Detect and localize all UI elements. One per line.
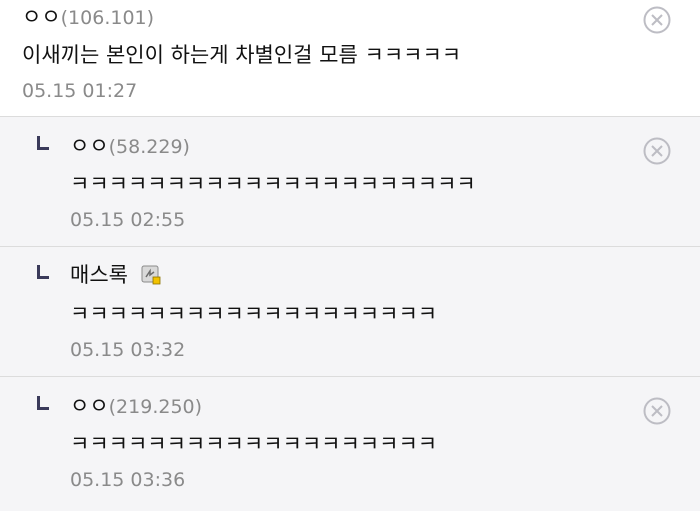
comment-author[interactable]: ㅇㅇ — [22, 5, 61, 29]
reply-time: 05.15 03:36 — [70, 469, 186, 491]
reply-author-line: ㅇㅇ(219.250) — [70, 392, 202, 421]
reply-text: ㅋㅋㅋㅋㅋㅋㅋㅋㅋㅋㅋㅋㅋㅋㅋㅋㅋㅋㅋ — [70, 432, 438, 456]
delete-reply-button[interactable] — [643, 397, 671, 425]
reply-item: 매스록 ㅋㅋㅋㅋㅋㅋㅋㅋㅋㅋㅋㅋㅋㅋㅋㅋㅋㅋㅋ 05.15 03:32 — [0, 247, 700, 377]
comment-ip: (106.101) — [60, 7, 155, 29]
comment-item: ㅇㅇ(106.101) 이새끼는 본인이 하는게 차별인걸 모름 ㅋㅋㅋㅋㅋ 0… — [0, 0, 700, 117]
comment-thread: ㅇㅇ(106.101) 이새끼는 본인이 하는게 차별인걸 모름 ㅋㅋㅋㅋㅋ 0… — [0, 0, 700, 511]
delete-reply-button[interactable] — [643, 137, 671, 165]
reply-ip: (219.250) — [108, 396, 203, 418]
reply-author[interactable]: 매스록 — [70, 263, 128, 287]
reply-author[interactable]: ㅇㅇ — [70, 394, 109, 418]
reply-arrow-icon — [37, 265, 49, 279]
reply-text: ㅋㅋㅋㅋㅋㅋㅋㅋㅋㅋㅋㅋㅋㅋㅋㅋㅋㅋㅋ — [70, 302, 438, 326]
reply-item: ㅇㅇ(58.229) ㅋㅋㅋㅋㅋㅋㅋㅋㅋㅋㅋㅋㅋㅋㅋㅋㅋㅋㅋㅋㅋ 05.15 0… — [0, 117, 700, 247]
reply-author[interactable]: ㅇㅇ — [70, 134, 109, 158]
close-circle-icon — [643, 137, 671, 165]
reply-ip: (58.229) — [108, 136, 190, 158]
comment-author-line: ㅇㅇ(106.101) — [22, 3, 154, 32]
reply-arrow-icon — [37, 136, 49, 150]
close-circle-icon — [643, 397, 671, 425]
delete-comment-button[interactable] — [643, 6, 671, 34]
reply-author-line: ㅇㅇ(58.229) — [70, 132, 190, 161]
fixed-nick-badge-icon — [141, 265, 161, 285]
reply-item: ㅇㅇ(219.250) ㅋㅋㅋㅋㅋㅋㅋㅋㅋㅋㅋㅋㅋㅋㅋㅋㅋㅋㅋ 05.15 03… — [0, 377, 700, 511]
comment-text: 이새끼는 본인이 하는게 차별인걸 모름 ㅋㅋㅋㅋㅋ — [22, 43, 462, 67]
close-circle-icon — [643, 6, 671, 34]
reply-author-line: 매스록 — [70, 261, 161, 289]
reply-arrow-icon — [37, 396, 49, 410]
comment-time: 05.15 01:27 — [22, 80, 138, 102]
reply-text: ㅋㅋㅋㅋㅋㅋㅋㅋㅋㅋㅋㅋㅋㅋㅋㅋㅋㅋㅋㅋㅋ — [70, 172, 476, 196]
reply-time: 05.15 03:32 — [70, 339, 186, 361]
reply-time: 05.15 02:55 — [70, 209, 186, 231]
